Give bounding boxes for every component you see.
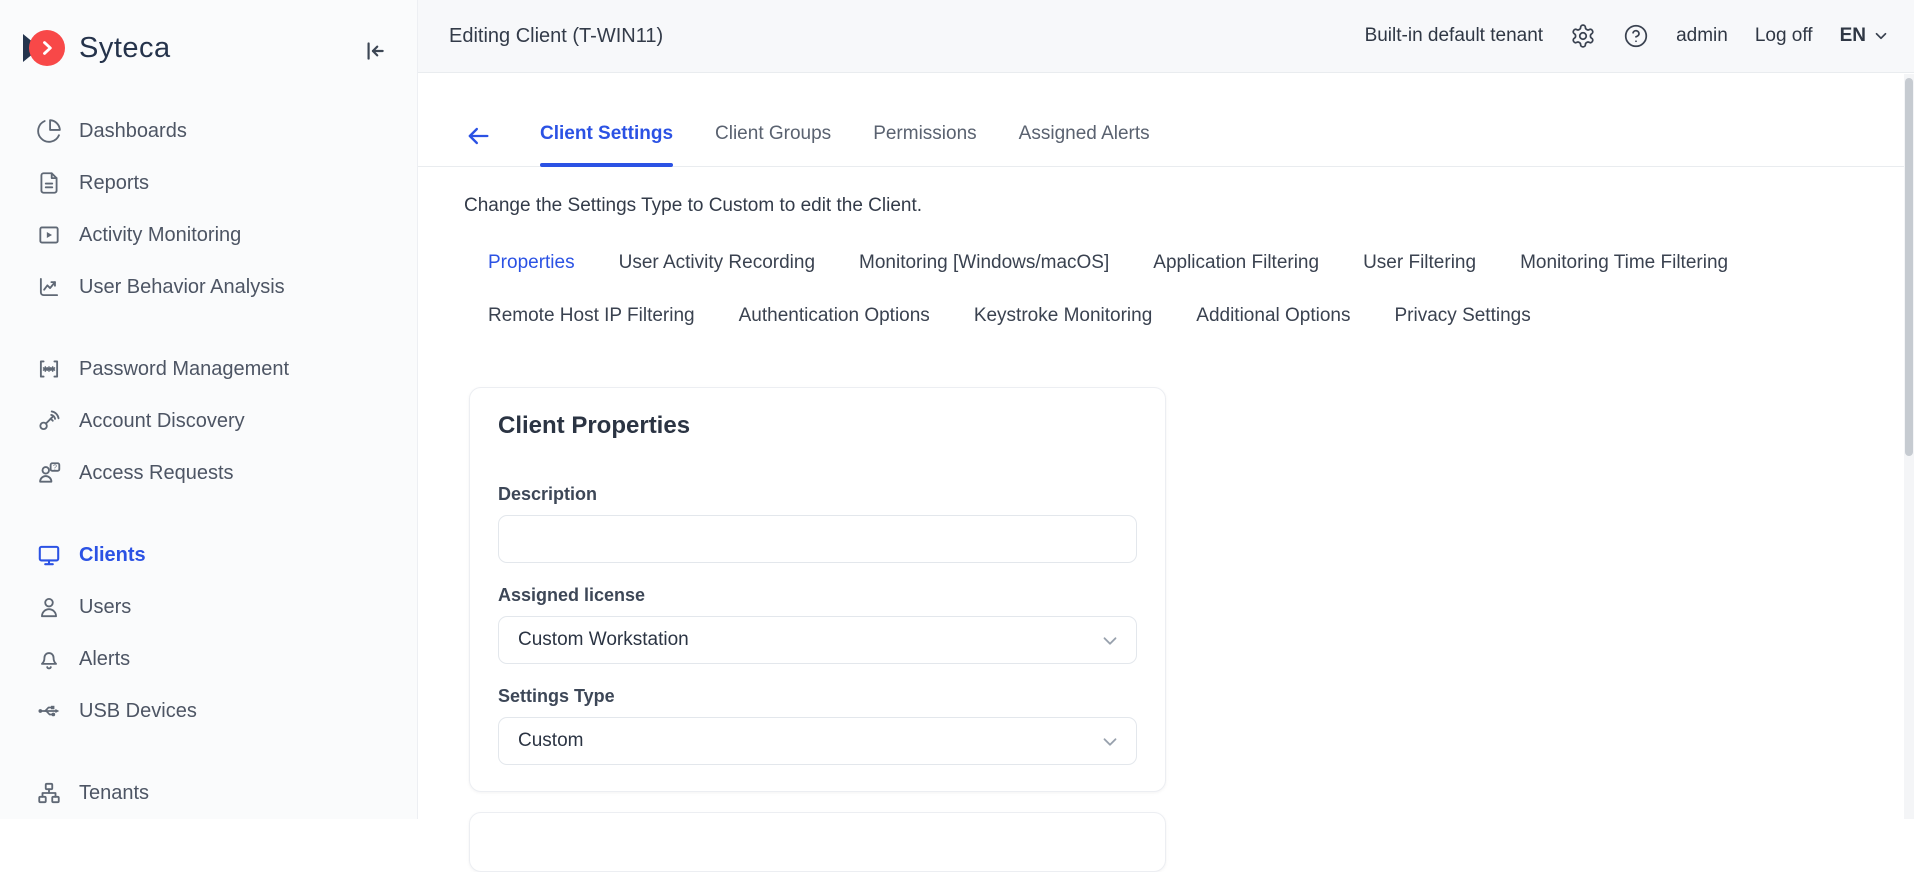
sidebar-item-label: Dashboards	[79, 120, 187, 143]
sidebar-item-user-behavior-analysis[interactable]: User Behavior Analysis	[0, 261, 417, 313]
subnav-monitoring-windows-macos[interactable]: Monitoring [Windows/macOS]	[859, 252, 1109, 274]
report-document-icon	[36, 170, 62, 196]
sidebar-item-usb-devices[interactable]: USB Devices	[0, 685, 417, 737]
sidebar-item-account-discovery[interactable]: Account Discovery	[0, 395, 417, 447]
assigned-license-label: Assigned license	[498, 585, 1137, 606]
sidebar-item-clients[interactable]: Clients	[0, 529, 417, 581]
description-label: Description	[498, 484, 1137, 505]
gear-icon[interactable]	[1570, 23, 1596, 49]
sidebar-item-label: Tenants	[79, 782, 149, 805]
subnav-user-activity-recording[interactable]: User Activity Recording	[619, 252, 815, 274]
sidebar-item-users[interactable]: Users	[0, 581, 417, 633]
usb-icon	[36, 698, 62, 724]
sidebar-item-alerts[interactable]: Alerts	[0, 633, 417, 685]
subnav-properties[interactable]: Properties	[488, 252, 575, 274]
person-question-icon: ?	[36, 460, 62, 486]
svg-text:?: ?	[53, 464, 57, 471]
tab-permissions[interactable]: Permissions	[873, 123, 976, 166]
bell-icon	[36, 646, 62, 672]
sidebar-collapse-icon[interactable]	[361, 38, 387, 64]
back-arrow-icon[interactable]	[464, 122, 492, 150]
subnav-user-filtering[interactable]: User Filtering	[1363, 252, 1476, 274]
subnav-privacy-settings[interactable]: Privacy Settings	[1395, 305, 1531, 327]
tab-client-groups[interactable]: Client Groups	[715, 123, 831, 166]
syteca-logo-icon[interactable]	[27, 29, 65, 67]
assigned-license-select[interactable]: Custom Workstation	[498, 616, 1137, 664]
subnav-additional-options[interactable]: Additional Options	[1196, 305, 1350, 327]
tab-assigned-alerts[interactable]: Assigned Alerts	[1019, 123, 1150, 166]
header-actions: Built-in default tenant admin Log off EN	[1365, 23, 1914, 49]
main-content: Client Settings Client Groups Permission…	[418, 73, 1914, 819]
sidebar-item-label: USB Devices	[79, 700, 197, 723]
next-card-partial	[469, 812, 1166, 872]
settings-notice: Change the Settings Type to Custom to ed…	[464, 195, 1914, 217]
top-header: Editing Client (T-WIN11) Built-in defaul…	[418, 0, 1914, 73]
sidebar-item-label: Access Requests	[79, 462, 234, 485]
page-title: Editing Client (T-WIN11)	[449, 25, 663, 48]
subnav-monitoring-time-filtering[interactable]: Monitoring Time Filtering	[1520, 252, 1728, 274]
client-properties-card: Client Properties Description Assigned l…	[469, 387, 1166, 792]
username[interactable]: admin	[1676, 25, 1728, 47]
sidebar-item-reports[interactable]: Reports	[0, 157, 417, 209]
play-square-icon	[36, 222, 62, 248]
subnav-keystroke-monitoring[interactable]: Keystroke Monitoring	[974, 305, 1152, 327]
subnav-remote-host-ip-filtering[interactable]: Remote Host IP Filtering	[488, 305, 695, 327]
sidebar-item-dashboards[interactable]: Dashboards	[0, 105, 417, 157]
org-tree-icon	[36, 780, 62, 806]
sidebar-item-label: User Behavior Analysis	[79, 276, 285, 299]
settings-type-label: Settings Type	[498, 686, 1137, 707]
language-code: EN	[1840, 25, 1866, 47]
scrollbar-thumb[interactable]	[1905, 78, 1913, 456]
trend-chart-icon	[36, 274, 62, 300]
subnav-application-filtering[interactable]: Application Filtering	[1153, 252, 1319, 274]
sidebar-item-access-requests[interactable]: ? Access Requests	[0, 447, 417, 499]
sidebar-item-label: Password Management	[79, 358, 289, 381]
sidebar-item-label: Account Discovery	[79, 410, 245, 433]
sidebar: Syteca Dashboards Reports Activity Monit…	[0, 0, 418, 819]
settings-subnav: Properties User Activity Recording Monit…	[488, 252, 1858, 327]
sidebar-nav: Dashboards Reports Activity Monitoring U…	[0, 105, 417, 819]
logo-red-circle	[29, 30, 65, 66]
tab-client-settings[interactable]: Client Settings	[540, 123, 673, 166]
tenant-name: Built-in default tenant	[1365, 25, 1544, 47]
vertical-scrollbar[interactable]	[1904, 74, 1914, 819]
sidebar-item-activity-monitoring[interactable]: Activity Monitoring	[0, 209, 417, 261]
monitor-icon	[36, 542, 62, 568]
logo-row: Syteca	[0, 0, 417, 96]
sidebar-item-label: Alerts	[79, 648, 130, 671]
password-brackets-icon	[36, 356, 62, 382]
subnav-authentication-options[interactable]: Authentication Options	[739, 305, 930, 327]
sidebar-item-label: Activity Monitoring	[79, 224, 241, 247]
settings-type-value: Custom	[518, 730, 583, 752]
assigned-license-value: Custom Workstation	[518, 629, 689, 651]
description-input[interactable]	[498, 515, 1137, 563]
pie-chart-icon	[36, 118, 62, 144]
sidebar-item-label: Reports	[79, 172, 149, 195]
tab-bar: Client Settings Client Groups Permission…	[418, 73, 1914, 167]
logoff-button[interactable]: Log off	[1755, 25, 1813, 47]
sidebar-item-label: Clients	[79, 544, 146, 567]
sidebar-item-password-management[interactable]: Password Management	[0, 343, 417, 395]
card-title: Client Properties	[498, 412, 1137, 440]
settings-type-select[interactable]: Custom	[498, 717, 1137, 765]
tabs: Client Settings Client Groups Permission…	[540, 123, 1150, 166]
language-selector[interactable]: EN	[1840, 25, 1890, 47]
chevron-down-icon	[1872, 27, 1890, 45]
chevron-down-icon	[1099, 630, 1121, 652]
person-icon	[36, 594, 62, 620]
sidebar-item-label: Users	[79, 596, 131, 619]
brand-name: Syteca	[79, 32, 171, 65]
sidebar-item-tenants[interactable]: Tenants	[0, 767, 417, 819]
key-signal-icon	[36, 408, 62, 434]
help-icon[interactable]	[1623, 23, 1649, 49]
chevron-down-icon	[1099, 731, 1121, 753]
